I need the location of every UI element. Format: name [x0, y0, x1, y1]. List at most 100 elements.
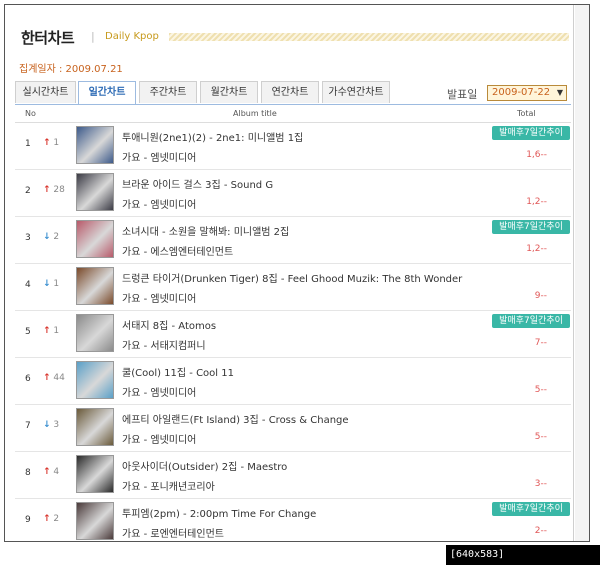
total-value: 2--	[534, 526, 547, 536]
album-title-link[interactable]: 서태지 8집 - Atomos	[122, 317, 216, 332]
album-title-link[interactable]: 드렁큰 타이거(Drunken Tiger) 8집 - Feel Ghood M…	[122, 270, 462, 285]
genre-label: 가요 - 엠넷미디어	[122, 388, 197, 399]
album-title-link[interactable]: 아웃사이더(Outsider) 2집 - Maestro	[122, 458, 287, 473]
column-no: No	[25, 109, 36, 118]
aggregation-date-value: 2009.07.21	[65, 64, 123, 75]
table-row: 2 ↑ 28 브라운 아이드 걸스 3집 - Sound G 가요 - 엠넷미디어 1,…	[15, 169, 571, 217]
rank-change-value: 28	[53, 185, 65, 195]
genre-label: 가요 - 서태지컴퍼니	[122, 341, 206, 352]
arrow-up-icon: ↑	[43, 373, 51, 383]
rank-change: ↑ 1	[43, 138, 59, 148]
rank-change-value: 1	[53, 279, 60, 289]
table-row: 4 ↓ 1 드렁큰 타이거(Drunken Tiger) 8집 - Feel Gho…	[15, 263, 571, 311]
album-cover-thumbnail[interactable]	[76, 126, 114, 164]
arrow-up-icon: ↑	[43, 185, 51, 195]
arrow-up-icon: ↑	[43, 138, 51, 148]
arrow-down-icon: ↓	[43, 420, 51, 430]
album-title-link[interactable]: 에프티 아일랜드(Ft Island) 3집 - Cross & Change	[122, 411, 349, 426]
album-cover-thumbnail[interactable]	[76, 455, 114, 493]
tab-yearly[interactable]: 연간차트	[261, 81, 319, 103]
page-subtitle: Daily Kpop	[105, 31, 159, 42]
rank-change: ↑ 28	[43, 185, 65, 195]
seven-day-trend-button[interactable]: 발매후7일간추이	[492, 220, 570, 234]
genre-label: 가요 - 엠넷미디어	[122, 153, 197, 164]
column-album-title: Album title	[233, 109, 277, 118]
album-cover-thumbnail[interactable]	[76, 267, 114, 305]
rank-change-value: 2	[53, 232, 60, 242]
album-cover-thumbnail[interactable]	[76, 502, 114, 540]
chart-frame: 한터차트 | Daily Kpop 집계일자 : 2009.07.21 실시간차…	[4, 4, 590, 542]
column-headers: No Album title Total	[15, 106, 571, 123]
publish-date-select[interactable]: 2009-07-22 ▼	[487, 85, 567, 101]
rank-change: ↓ 2	[43, 232, 59, 242]
column-total: Total	[517, 109, 536, 118]
genre-label: 가요 - 에스엠엔터테인먼트	[122, 247, 234, 258]
table-row: 7 ↓ 3 에프티 아일랜드(Ft Island) 3집 - Cross & Cha…	[15, 404, 571, 452]
scrollbar-track[interactable]	[575, 5, 589, 541]
rank-change: ↑ 1	[43, 326, 59, 336]
seven-day-trend-button[interactable]: 발매후7일간추이	[492, 502, 570, 516]
tab-weekly[interactable]: 주간차트	[139, 81, 197, 103]
album-title-link[interactable]: 소녀시대 - 소원을 말해봐: 미니앨범 2집	[122, 223, 289, 238]
page-title: 한터차트	[21, 29, 75, 47]
tab-daily[interactable]: 일간차트	[78, 81, 136, 105]
table-row: 1 ↑ 1 투애니원(2ne1)(2) - 2ne1: 미니앨범 1집가요 - 엠넷…	[15, 122, 571, 170]
aggregation-date: 집계일자 : 2009.07.21	[19, 60, 123, 75]
genre-label: 가요 - 로엔엔터테인먼트	[122, 529, 224, 540]
publish-date-value: 2009-07-22	[492, 87, 551, 98]
title-separator: |	[91, 30, 95, 43]
table-row: 9 ↑ 2 투피엠(2pm) - 2:00pm Time For Change 가요 …	[15, 498, 571, 541]
album-cover-thumbnail[interactable]	[76, 314, 114, 352]
rank-change-value: 1	[53, 138, 60, 148]
rank-number: 8	[25, 468, 31, 478]
genre-label: 가요 - 포니캐년코리아	[122, 482, 215, 493]
album-title-link[interactable]: 쿨(Cool) 11집 - Cool 11	[122, 364, 234, 379]
genre-label: 가요 - 엠넷미디어	[122, 294, 197, 305]
total-value: 1,6--	[526, 150, 547, 160]
rank-number: 2	[25, 186, 31, 196]
arrow-up-icon: ↑	[43, 326, 51, 336]
total-value: 1,2--	[526, 197, 547, 207]
total-value: 1,2--	[526, 244, 547, 254]
aggregation-date-label: 집계일자 :	[19, 64, 66, 75]
arrow-down-icon: ↓	[43, 232, 51, 242]
content-edge	[573, 5, 574, 541]
rank-number: 5	[25, 327, 31, 337]
album-cover-thumbnail[interactable]	[76, 361, 114, 399]
chevron-down-icon: ▼	[556, 88, 563, 97]
total-value: 5--	[534, 385, 547, 395]
rank-number: 7	[25, 421, 31, 431]
rank-change-value: 4	[53, 467, 60, 477]
rank-change: ↓ 1	[43, 279, 59, 289]
genre-label: 가요 - 엠넷미디어	[122, 200, 197, 211]
table-row: 3 ↓ 2 소녀시대 - 소원을 말해봐: 미니앨범 2집 가요 - 에스엠엔터테인먼…	[15, 216, 571, 264]
total-value: 9--	[534, 291, 547, 301]
album-title-link[interactable]: 투피엠(2pm) - 2:00pm Time For Change	[122, 505, 316, 520]
publish-date-label: 발표일	[447, 88, 478, 101]
watermark: [640x583] https://upic.me/	[446, 545, 600, 580]
seven-day-trend-button[interactable]: 발매후7일간추이	[492, 314, 570, 328]
tab-artist-yearly[interactable]: 가수연간차트	[322, 81, 390, 103]
rank-change: ↑ 44	[43, 373, 65, 383]
album-title-link[interactable]: 브라운 아이드 걸스 3집 - Sound G	[122, 176, 273, 191]
album-cover-thumbnail[interactable]	[76, 173, 114, 211]
album-cover-thumbnail[interactable]	[76, 220, 114, 258]
table-row: 8 ↑ 4 아웃사이더(Outsider) 2집 - Maestro 가요 - 포니캐…	[15, 451, 571, 499]
seven-day-trend-button[interactable]: 발매후7일간추이	[492, 126, 570, 140]
rank-number: 4	[25, 280, 31, 290]
rank-change-value: 3	[53, 420, 60, 430]
arrow-up-icon: ↑	[43, 514, 51, 524]
tab-monthly[interactable]: 월간차트	[200, 81, 258, 103]
album-cover-thumbnail[interactable]	[76, 408, 114, 446]
arrow-up-icon: ↑	[43, 467, 51, 477]
rank-change: ↑ 2	[43, 514, 59, 524]
tab-baseline	[15, 104, 571, 105]
tab-realtime[interactable]: 실시간차트	[15, 81, 76, 103]
rank-number: 9	[25, 515, 31, 525]
total-value: 7--	[534, 338, 547, 348]
chart-header: 한터차트 | Daily Kpop	[21, 27, 569, 51]
album-title-link[interactable]: 투애니원(2ne1)(2) - 2ne1: 미니앨범 1집	[122, 129, 303, 144]
rank-change: ↓ 3	[43, 420, 59, 430]
rank-change-value: 1	[53, 326, 60, 336]
table-row: 6 ↑ 44 쿨(Cool) 11집 - Cool 11 가요 - 엠넷미디어 5--	[15, 357, 571, 405]
